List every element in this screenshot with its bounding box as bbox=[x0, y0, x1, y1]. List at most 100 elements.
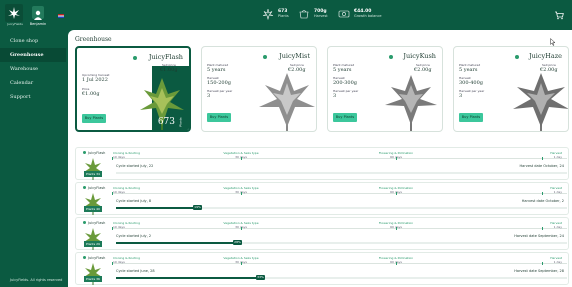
stat-balance-label: Growth balance bbox=[354, 14, 382, 18]
cannabis-plant-image bbox=[385, 75, 437, 131]
language-flag-icon[interactable] bbox=[58, 14, 64, 18]
phase-tick bbox=[112, 262, 113, 265]
cannabis-plant-image bbox=[513, 73, 568, 131]
plant-matured-value: 5 years bbox=[333, 67, 352, 73]
phase-tick bbox=[542, 227, 543, 230]
cycle-row[interactable]: JuicyFlash Plants 36 Cloning & Rooting 10 d… bbox=[75, 252, 569, 285]
price-value: €1.00g bbox=[82, 91, 100, 97]
brand-logo[interactable] bbox=[5, 4, 23, 23]
phase-tick bbox=[542, 192, 543, 195]
stat-balance: €44.00 Growth balance bbox=[338, 6, 382, 22]
phase-tick bbox=[396, 157, 397, 160]
plant-matured-value: 5 years bbox=[207, 67, 226, 73]
harvest-per-year-label: Harvest per year bbox=[207, 89, 233, 93]
sell-price-value: €2.00g bbox=[414, 67, 432, 73]
page-title: Greenhouse bbox=[75, 36, 112, 43]
strain-card-juicyflash[interactable]: JuicyFlash Sell price €1.00g Upcoming ha… bbox=[75, 46, 191, 132]
phase-tick bbox=[396, 192, 397, 195]
plant-matured-value: 5 years bbox=[459, 67, 478, 73]
cycle-strain-name: JuicyFlash bbox=[83, 151, 105, 155]
cycle-progress-bar: 28% bbox=[116, 240, 567, 245]
nav-warehouse[interactable]: Warehouse bbox=[0, 62, 66, 76]
user-avatar[interactable] bbox=[32, 6, 44, 20]
phase-label: Harvest 1 day bbox=[550, 221, 562, 229]
stat-plants: 673 Plants bbox=[262, 6, 289, 22]
cycle-started-text: Cycle started June, 28 bbox=[116, 269, 155, 273]
cycle-strain-name: JuicyFlash bbox=[83, 256, 105, 260]
phase-tick bbox=[112, 227, 113, 230]
phase-tick bbox=[241, 262, 242, 265]
main-panel: Greenhouse JuicyFlash Sell price €1.00g … bbox=[68, 30, 572, 287]
buy-plants-button[interactable]: Buy Plants bbox=[207, 113, 231, 122]
phase-label: Cloning & Rooting 10 days bbox=[113, 221, 140, 229]
phase-tick bbox=[241, 157, 242, 160]
harvest-date-text: Harvest date October, 24 bbox=[519, 164, 564, 168]
strain-card-juicykush[interactable]: JuicyKush Plant matured 5 years Sell pri… bbox=[327, 46, 443, 132]
cycle-progress-fill bbox=[116, 277, 265, 279]
brand-name: JuicyFields bbox=[7, 22, 23, 26]
phase-label: Harvest 1 day bbox=[550, 256, 562, 264]
cycle-progress-label: 19% bbox=[193, 205, 202, 210]
harvest-date-text: Harvest date September, 28 bbox=[514, 269, 564, 273]
cycle-strain-name: JuicyFlash bbox=[83, 186, 105, 190]
cannabis-plant-image bbox=[259, 73, 315, 131]
user-name: Benjamin bbox=[29, 22, 47, 26]
strain-card-juicyhaze[interactable]: JuicyHaze Plant matured 5 years Sell pri… bbox=[453, 46, 569, 132]
cycle-row[interactable]: JuicyFlash Plants 29 Cloning & Rooting 10 d… bbox=[75, 217, 569, 250]
phase-label: Cloning & Rooting 10 days bbox=[113, 186, 140, 194]
strain-name: JuicyHaze bbox=[529, 52, 562, 60]
harvest-value: 150-200g bbox=[207, 80, 231, 86]
sidebar: Clone shop Greenhouse Warehouse Calendar… bbox=[0, 30, 66, 287]
cycle-strain-name: JuicyFlash bbox=[83, 221, 105, 225]
cycle-progress-bar bbox=[116, 172, 567, 174]
harvest-per-year-label: Harvest per year bbox=[459, 89, 485, 93]
strain-name: JuicyMist bbox=[279, 52, 310, 60]
buy-plants-button[interactable]: Buy Plants bbox=[333, 113, 357, 122]
harvest-value: 300-400g bbox=[459, 80, 483, 86]
nav-greenhouse[interactable]: Greenhouse bbox=[0, 48, 66, 62]
harvest-date-text: Harvest date September, 24 bbox=[514, 234, 564, 238]
buy-plants-button[interactable]: Buy Plants bbox=[82, 114, 106, 123]
buy-plants-button[interactable]: Buy Plants bbox=[459, 113, 483, 122]
phase-label: Harvest 1 day bbox=[550, 186, 562, 194]
copyright: JuicyFields. All rights reserved bbox=[10, 278, 63, 282]
phase-tick bbox=[241, 227, 242, 230]
user-icon bbox=[34, 10, 42, 20]
phase-tick bbox=[542, 262, 543, 265]
cycle-progress-label: 33% bbox=[256, 275, 265, 280]
plants-count-badge: Plants 34 bbox=[84, 171, 102, 177]
cycle-progress-label: 28% bbox=[233, 240, 242, 245]
strain-name: JuicyKush bbox=[403, 52, 436, 60]
cursor-icon bbox=[550, 38, 556, 46]
harvest-per-year-value: 3 bbox=[459, 93, 463, 99]
cycle-progress-bar: 19% bbox=[116, 205, 567, 210]
nav-clone-shop[interactable]: Clone shop bbox=[0, 34, 66, 48]
stat-harvest: 700g Harvest bbox=[298, 6, 328, 22]
nav-support[interactable]: Support bbox=[0, 90, 66, 104]
phase-tick bbox=[396, 227, 397, 230]
harvest-value: 200-300g bbox=[333, 80, 357, 86]
sell-price-value: €1.00g bbox=[160, 67, 178, 73]
phase-tick bbox=[112, 192, 113, 195]
plants-count-badge: Plants 40 bbox=[84, 206, 102, 212]
leaf-logo-icon bbox=[5, 4, 23, 22]
plants-count-badge: Plants 29 bbox=[84, 241, 102, 247]
phase-timeline bbox=[112, 193, 567, 194]
cycle-row[interactable]: JuicyFlash Plants 34 Cloning & Rooting 10 d… bbox=[75, 147, 569, 180]
harvest-per-year-value: 3 bbox=[333, 93, 337, 99]
cycle-row[interactable]: JuicyFlash Plants 40 Cloning & Rooting 10 d… bbox=[75, 182, 569, 215]
cycle-progress-fill bbox=[116, 207, 202, 209]
cart-icon[interactable] bbox=[554, 10, 564, 20]
cycle-progress-bar: 33% bbox=[116, 275, 567, 280]
plants-count-badge: Plants 36 bbox=[84, 276, 102, 282]
phase-tick bbox=[241, 192, 242, 195]
phase-timeline bbox=[112, 228, 567, 229]
nav-calendar[interactable]: Calendar bbox=[0, 76, 66, 90]
upcoming-harvest-date: 1 Jul 2022 bbox=[82, 77, 108, 83]
plant-icon bbox=[262, 8, 274, 20]
top-bar: JuicyFields Benjamin 673 Plants 700g Harve… bbox=[0, 0, 572, 30]
harvest-per-year-value: 3 bbox=[207, 93, 211, 99]
phase-tick bbox=[112, 157, 113, 160]
phase-timeline bbox=[112, 263, 567, 264]
strain-card-juicymist[interactable]: JuicyMist Plant matured 5 years Sell pri… bbox=[201, 46, 317, 132]
